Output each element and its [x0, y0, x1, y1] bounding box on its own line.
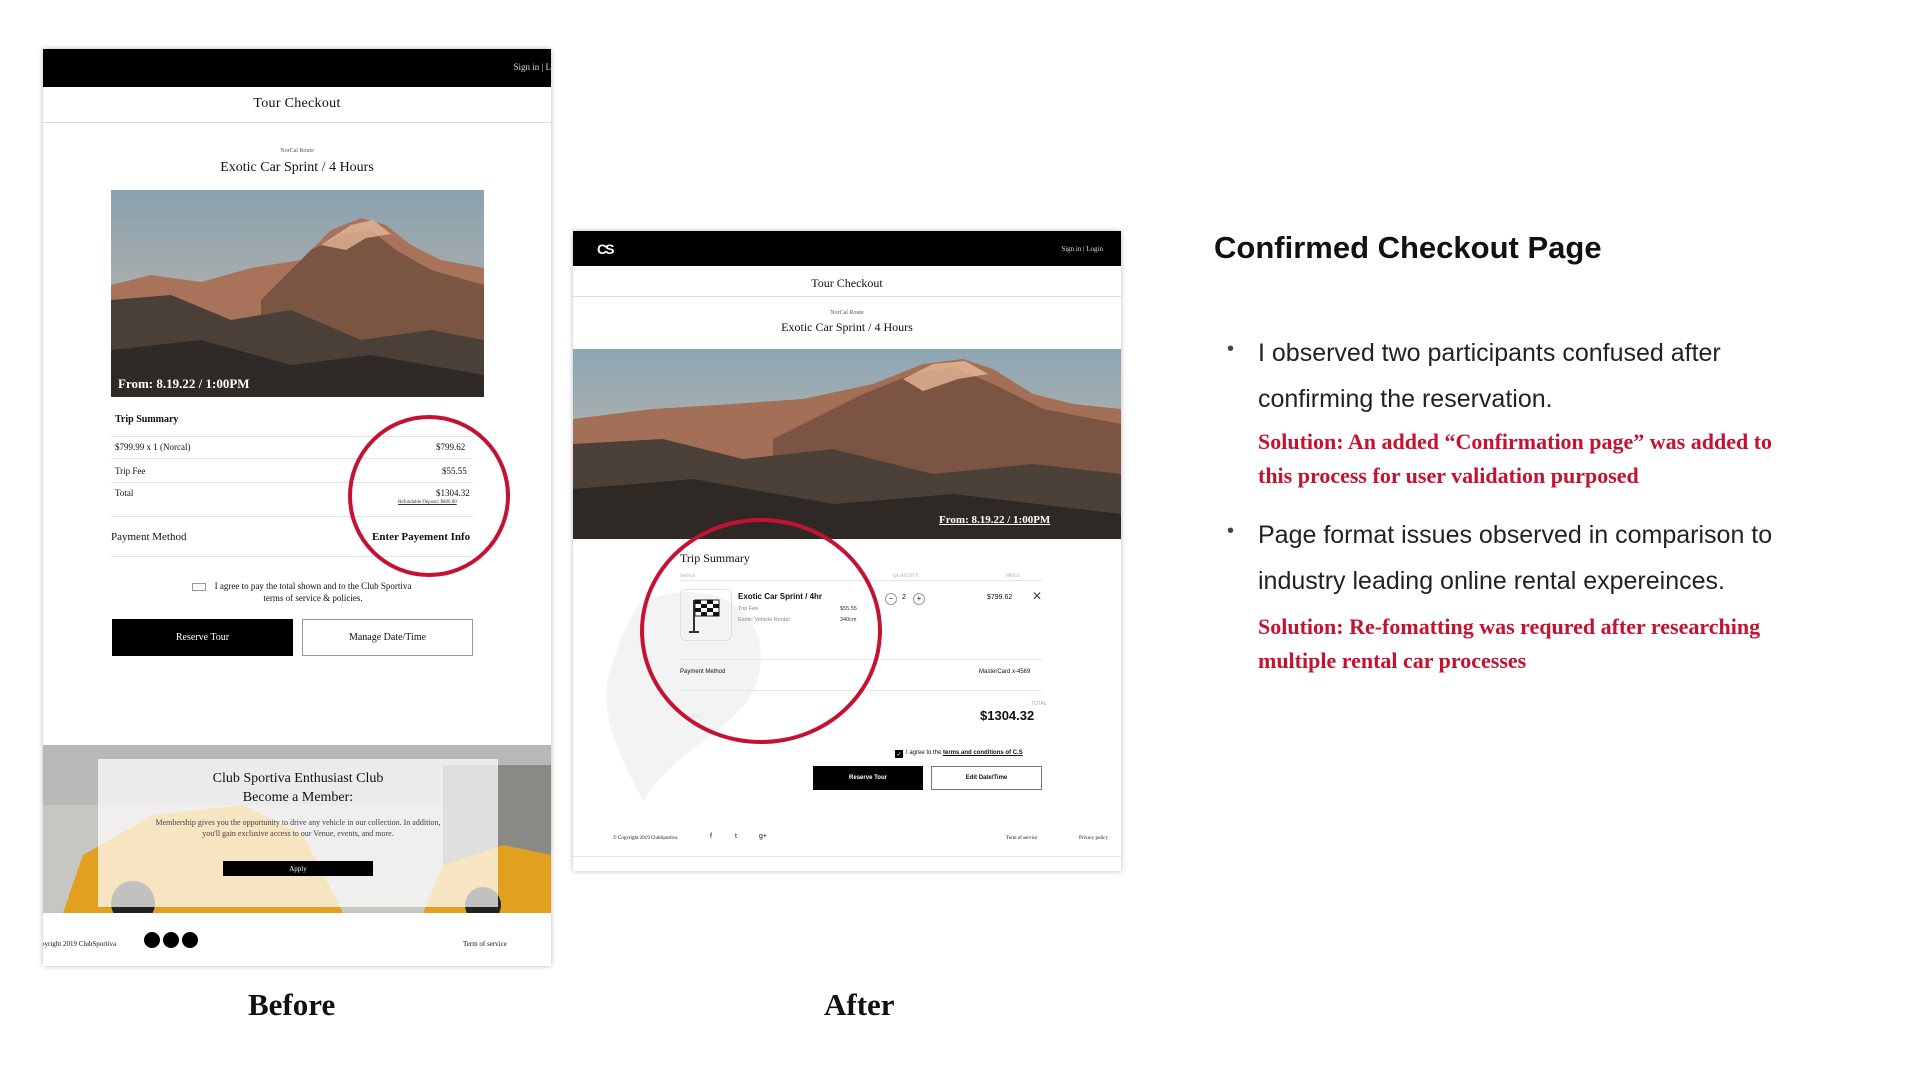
- column-header: QUANTITY: [893, 574, 919, 579]
- reserve-tour-button[interactable]: Reserve Tour: [112, 619, 293, 656]
- solution-line: Solution: An added “Confirmation page” w…: [1258, 429, 1773, 454]
- after-caption: After: [824, 987, 895, 1022]
- highlight-circle: [348, 415, 510, 577]
- before-caption: Before: [248, 987, 336, 1022]
- top-bar: [573, 231, 1121, 266]
- copyright: pyright 2019 ClubSportiva: [43, 940, 117, 948]
- pagination-dot[interactable]: [163, 932, 179, 948]
- summary-title: Trip Summary: [115, 414, 179, 425]
- route-label: NorCal Route: [830, 310, 864, 316]
- card-info[interactable]: MasterCard x-4569: [979, 669, 1030, 675]
- solution-line: multiple rental car processes: [1258, 648, 1527, 673]
- agree-checkbox[interactable]: [192, 583, 206, 591]
- terms-link[interactable]: Term of service: [1006, 836, 1037, 841]
- mountain-landscape-image: [573, 349, 1121, 539]
- panel-heading: Confirmed Checkout Page: [1214, 230, 1602, 265]
- club-description: Membership gives you the opportunity to …: [155, 818, 441, 838]
- divider: [573, 296, 1121, 297]
- top-bar: [43, 49, 551, 87]
- signin-link[interactable]: Sign in | Login: [1061, 245, 1103, 253]
- bullet-icon: •: [1227, 338, 1235, 360]
- mountain-hero-image: [111, 190, 484, 397]
- divider: [573, 856, 1121, 857]
- payment-method-label: Payment Method: [111, 531, 187, 543]
- membership-banner: Club Sportiva Enthusiast Club Become a M…: [43, 745, 551, 913]
- solution-line: this process for user validation purpose…: [1258, 463, 1639, 488]
- mountain-hero-image: [573, 349, 1121, 539]
- bullet-line: I observed two participants confused aft…: [1258, 339, 1721, 367]
- solution-text: Solution: An added “Confirmation page” w…: [1258, 425, 1772, 493]
- bullet-line: Page format issues observed in compariso…: [1258, 521, 1773, 549]
- twitter-icon[interactable]: t: [735, 833, 737, 840]
- bullet-line: confirming the reservation.: [1258, 385, 1553, 413]
- agree-text: I agree to the terms and conditions of C…: [906, 750, 1023, 756]
- page-title: Tour Checkout: [811, 276, 883, 290]
- bullet-icon: •: [1227, 520, 1235, 542]
- bullet-line: industry leading online rental expereinc…: [1258, 567, 1725, 595]
- edit-date-button[interactable]: Edit Date/Time: [931, 766, 1042, 790]
- google-plus-icon[interactable]: g+: [759, 833, 767, 840]
- hero-date-caption: From: 8.19.22 / 1:00PM: [118, 376, 250, 391]
- club-subtitle: Become a Member:: [242, 790, 354, 805]
- column-header: PRICE: [1006, 574, 1021, 579]
- decrease-quantity-button[interactable]: −: [885, 593, 897, 605]
- bullet-text: I observed two participants confused aft…: [1258, 330, 1721, 422]
- summary-row-label: Trip Fee: [115, 466, 146, 476]
- pagination-dot[interactable]: [182, 932, 198, 948]
- mountain-landscape-image: [111, 190, 484, 397]
- summary-row-label: $799.99 x 1 (Norcal): [115, 442, 191, 452]
- quantity-value: 2: [902, 594, 906, 601]
- item-price: $799.62: [987, 594, 1013, 601]
- solution-line: Solution: Re-fomatting was requred after…: [1258, 614, 1761, 639]
- facebook-icon[interactable]: f: [710, 833, 712, 840]
- reserve-tour-button[interactable]: Reserve Tour: [813, 766, 923, 790]
- close-icon[interactable]: ✕: [1032, 589, 1042, 603]
- signin-link[interactable]: Sign in | L: [513, 62, 551, 72]
- club-logo[interactable]: CS: [597, 241, 615, 257]
- bullet-text: Page format issues observed in compariso…: [1258, 512, 1772, 604]
- increase-quantity-button[interactable]: +: [913, 593, 925, 605]
- divider: [43, 122, 551, 123]
- agree-checkbox[interactable]: ✓: [895, 750, 903, 758]
- copyright: © Copyright 2019 ClubSportiva: [613, 836, 678, 841]
- agree-text: I agree to pay the total shown and to th…: [214, 581, 412, 603]
- manage-date-button[interactable]: Manage Date/Time: [302, 619, 473, 656]
- trip-name: Exotic Car Sprint / 4 Hours: [781, 320, 913, 334]
- terms-link[interactable]: Term of service: [463, 940, 507, 948]
- pagination-dot[interactable]: [144, 932, 160, 948]
- route-label: NorCal Route: [280, 148, 314, 154]
- agree-prefix: I agree to the: [906, 750, 944, 756]
- terms-conditions-link[interactable]: terms and conditions of C.S: [943, 750, 1023, 756]
- hero-date-caption: From: 8.19.22 / 1:00PM: [939, 514, 1051, 526]
- apply-button[interactable]: Apply: [223, 861, 373, 876]
- page-title: Tour Checkout: [253, 96, 341, 111]
- privacy-link[interactable]: Privacy policy: [1079, 836, 1108, 841]
- total-label: TOTAL: [1031, 701, 1047, 707]
- solution-text: Solution: Re-fomatting was requred after…: [1258, 610, 1760, 678]
- total-amount: $1304.32: [980, 708, 1035, 723]
- summary-row-label: Total: [115, 488, 134, 498]
- trip-name: Exotic Car Sprint / 4 Hours: [220, 160, 374, 175]
- club-title: Club Sportiva Enthusiast Club: [212, 771, 384, 786]
- highlight-circle: [640, 518, 882, 744]
